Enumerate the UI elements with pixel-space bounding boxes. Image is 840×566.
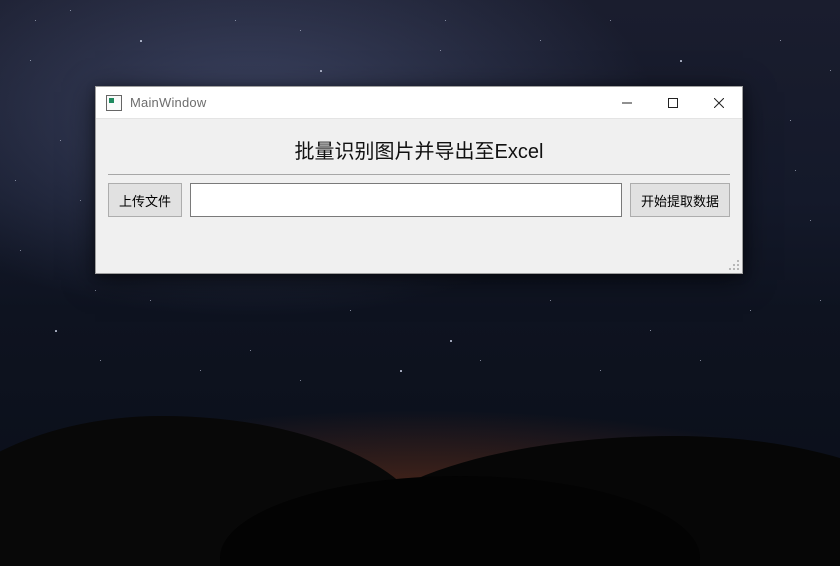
divider: [108, 174, 730, 175]
controls-row: 上传文件 开始提取数据: [108, 183, 730, 217]
maximize-button[interactable]: [650, 87, 696, 119]
page-title: 批量识别图片并导出至Excel: [108, 129, 730, 174]
window-title: MainWindow: [130, 95, 206, 110]
minimize-icon: [622, 98, 632, 108]
minimize-button[interactable]: [604, 87, 650, 119]
desktop-background: MainWindow 批量识别图片并导出至Excel 上传文件 开始提取数据: [0, 0, 840, 566]
main-window: MainWindow 批量识别图片并导出至Excel 上传文件 开始提取数据: [95, 86, 743, 274]
resize-grip[interactable]: [727, 258, 741, 272]
close-button[interactable]: [696, 87, 742, 119]
window-client-area: 批量识别图片并导出至Excel 上传文件 开始提取数据: [96, 119, 742, 273]
app-icon: [106, 95, 122, 111]
resize-grip-icon: [727, 258, 741, 272]
titlebar[interactable]: MainWindow: [96, 87, 742, 119]
close-icon: [714, 98, 724, 108]
upload-file-button[interactable]: 上传文件: [108, 183, 182, 217]
maximize-icon: [668, 98, 678, 108]
start-extract-button[interactable]: 开始提取数据: [630, 183, 730, 217]
file-path-input[interactable]: [190, 183, 622, 217]
